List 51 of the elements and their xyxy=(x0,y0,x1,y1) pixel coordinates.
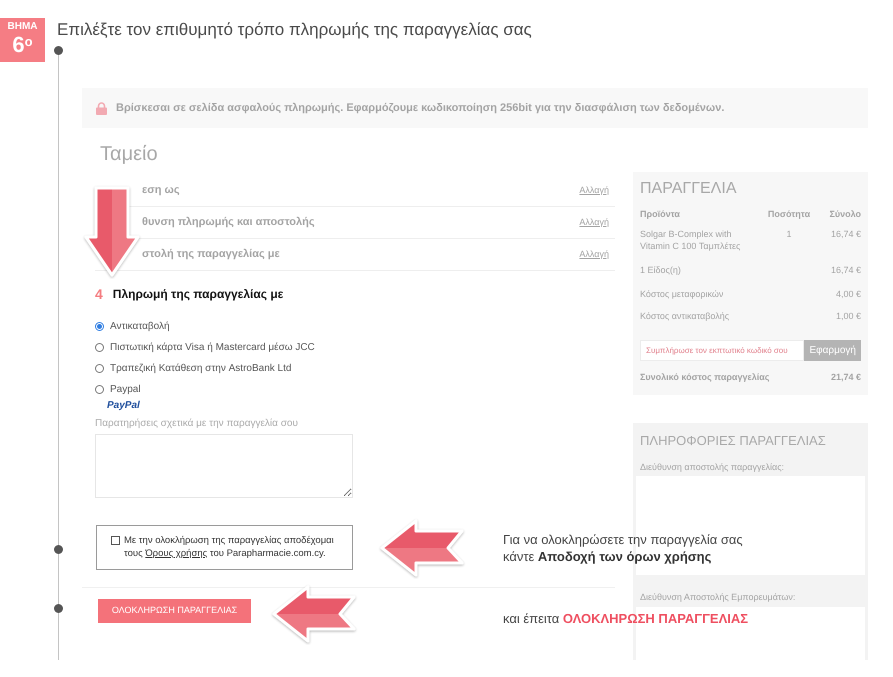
change-link[interactable]: Αλλαγή xyxy=(579,248,609,262)
instruction-text: και έπειτα ΟΛΟΚΛΗΡΩΣΗ ΠΑΡΑΓΓΕΛΙΑΣ xyxy=(503,610,748,627)
address-label: Διεύθυνση Αποστολής Εμπορευμάτων: xyxy=(639,591,796,603)
address-label: Διεύθυνση αποστολής παραγγελίας: xyxy=(639,461,786,473)
checkout-step-label: εση ως xyxy=(142,183,180,198)
payment-option-label: Paypal xyxy=(110,383,141,397)
column-header: Προϊόντα xyxy=(640,208,681,222)
total-value: 21,74 € xyxy=(830,371,861,384)
coupon-field[interactable]: Συμπλήρωσε τον εκπτωτικό κωδικό σου xyxy=(640,340,804,361)
summary-value: 16,74 € xyxy=(830,264,861,278)
paypal-logo: PayPal xyxy=(107,400,140,412)
product-total: 16,74 € xyxy=(830,228,861,240)
notes-field[interactable] xyxy=(95,434,353,498)
payment-option-label: Πιστωτική κάρτα Visa ή Mastercard μέσω JCC xyxy=(110,341,315,355)
order-info-title: ΠΛΗΡΟΦΟΡΙΕΣ ΠΑΡΑΓΓΕΛΙΑΣ xyxy=(639,432,827,450)
step-number: 6$^{ο}$ xyxy=(12,32,33,58)
column-header: Ποσότητα xyxy=(766,208,812,222)
payment-option-label: Τραπεζική Κατάθεση στην AstroBank Ltd xyxy=(110,362,292,376)
summary-value: 1,00 € xyxy=(836,310,861,324)
terms-checkbox[interactable] xyxy=(111,536,120,545)
total-label: Συνολικό κόστος παραγγελίας xyxy=(640,371,770,384)
change-link[interactable]: Αλλαγή xyxy=(579,216,609,230)
order-title: ΠΑΡΑΓΓΕΛΙΑ xyxy=(640,178,738,198)
page-title: Ταμείο xyxy=(99,142,158,166)
radio-button[interactable] xyxy=(95,364,104,373)
instruction-text: Για να ολοκληρώσετε την παραγγελία σας κάντε Αποδοχή των όρων χρήσης xyxy=(503,531,743,565)
change-link[interactable]: Αλλαγή xyxy=(579,184,609,198)
notice-text: Βρίσκεσαι σε σελίδα ασφαλούς πληρωμής. Εφαρμόζουμε κωδικοποίηση 256bit για την διασφάλιση των δεδομένων. xyxy=(116,100,724,116)
checkout-step-label: θυνση πληρωμής και αποστολής xyxy=(142,215,315,230)
product-quantity: 1 xyxy=(785,228,792,240)
step-label: ΒΗΜΑ xyxy=(8,21,38,32)
section-title: Πληρωμή της παραγγελίας με xyxy=(112,286,284,302)
column-header: Σύνολο xyxy=(828,208,861,222)
summary-value: 4,00 € xyxy=(836,288,861,302)
radio-button[interactable] xyxy=(95,385,104,394)
payment-option-label: Αντικαταβολή xyxy=(110,320,170,334)
summary-label: Κόστος αντικαταβολής xyxy=(640,310,730,324)
lock-icon xyxy=(96,102,107,114)
terms-link[interactable]: Όρους χρήσης xyxy=(145,548,208,559)
summary-label: 1 Είδος(η) xyxy=(640,264,681,278)
complete-order-button[interactable]: ΟΛΟΚΛΗΡΩΣΗ ΠΑΡΑΓΓΕΛΙΑΣ xyxy=(98,599,251,623)
step-title: Επιλέξτε τον επιθυμητό τρόπο πληρωμής της παραγγελίας σας xyxy=(57,20,532,40)
radio-button[interactable] xyxy=(95,343,104,352)
summary-label: Κόστος μεταφορικών xyxy=(640,288,724,302)
terms-text: Με την ολοκλήρωση της παραγγελίας αποδέχομαι τους Όρους χρήσης του Parapharmacie.com.cy. xyxy=(124,534,335,560)
section-number: 4 xyxy=(95,286,103,302)
product-name: Solgar B-Complex with Vitamin C 100 Ταμπλέτες xyxy=(640,228,742,252)
checkout-step-label: στολή της παραγγελίας με xyxy=(142,247,280,262)
notes-label: Παρατηρήσεις σχετικά με την παραγγελία σου xyxy=(95,418,298,430)
apply-button[interactable]: Εφαρμογή xyxy=(804,340,861,361)
radio-button[interactable] xyxy=(95,322,104,331)
